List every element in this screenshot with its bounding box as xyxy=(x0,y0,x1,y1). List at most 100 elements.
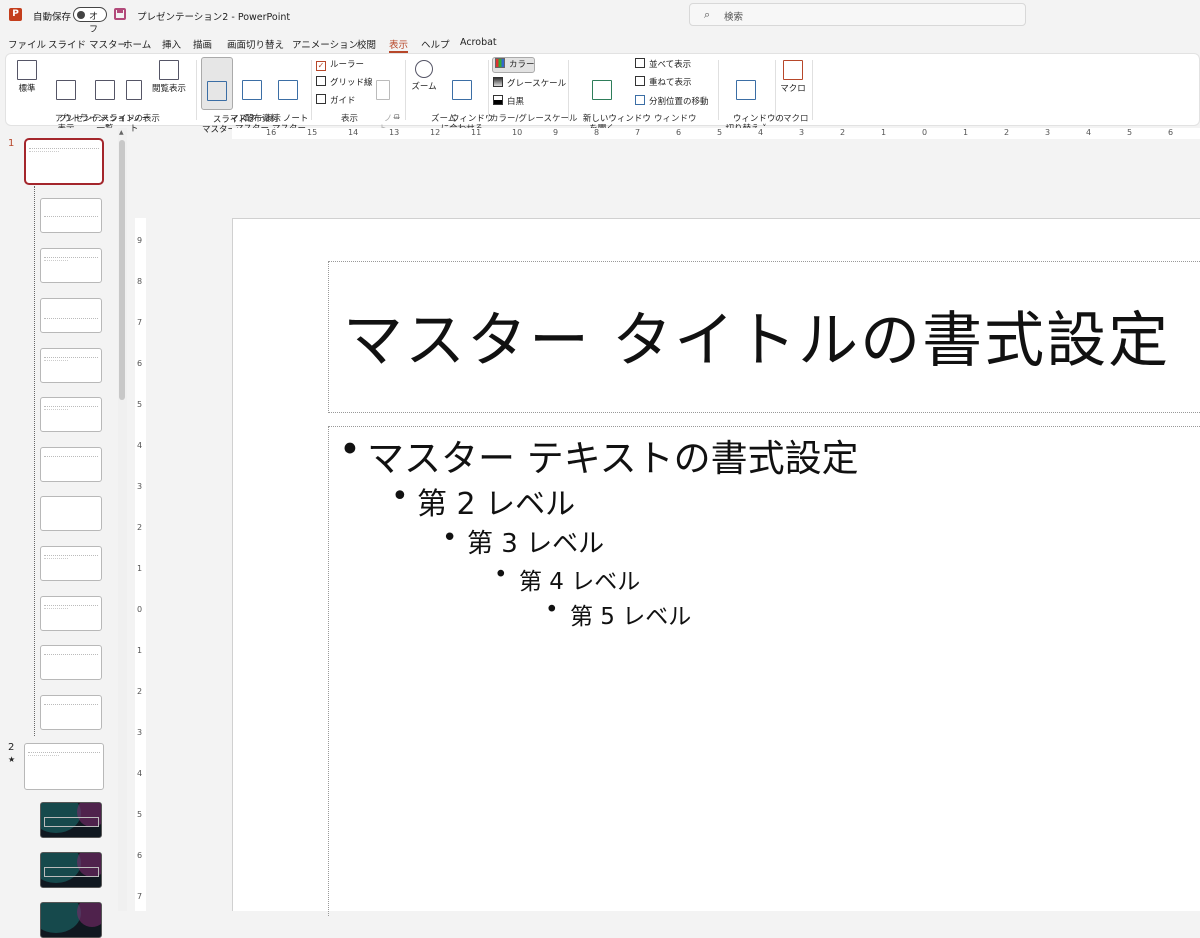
scroll-up-icon[interactable]: ▲ xyxy=(119,129,124,136)
thumb-title xyxy=(44,352,98,358)
zoom-group-label: ズーム xyxy=(431,114,457,124)
level-3-label: 第 3 レベル xyxy=(467,529,605,559)
color-group-label: カラー/グレースケール xyxy=(490,114,578,124)
level-2-text[interactable]: • 第 2 レベル xyxy=(391,479,575,523)
ribbon: 標準 アウトライン 表示 スライド 一覧 ノー ト 閲覧表示 プレゼンテーション… xyxy=(5,53,1200,135)
level-3-text[interactable]: • 第 3 レベル xyxy=(442,523,604,560)
thumb-title xyxy=(28,747,100,753)
slide-master-thumbnail[interactable] xyxy=(24,138,104,185)
slide-thumbnail-pane[interactable]: 1 2 ★ xyxy=(0,128,116,938)
vertical-ruler[interactable]: 9 8 7 6 5 4 3 2 1 0 1 2 3 4 5 6 7 xyxy=(135,218,146,911)
outline-view-icon xyxy=(56,80,76,100)
level-4-text[interactable]: • 第 4 レベル xyxy=(494,562,640,596)
layout-thumbnail[interactable] xyxy=(40,248,102,283)
autosave-toggle[interactable]: オフ xyxy=(73,7,107,35)
bullet-icon: • xyxy=(494,562,508,588)
thumb-title xyxy=(44,600,98,606)
layout-thumbnail[interactable] xyxy=(40,546,102,581)
slide-number: 1 xyxy=(8,138,15,149)
divider xyxy=(775,60,776,120)
cascade-button[interactable]: 重ねて表示 xyxy=(635,76,692,90)
tab-file[interactable]: ファイル xyxy=(8,37,46,51)
tab-help[interactable]: ヘルプ xyxy=(421,37,450,51)
tab-transitions[interactable]: 画面切り替え xyxy=(227,37,284,51)
zoom-button[interactable]: ズーム xyxy=(410,60,438,92)
slide-master-button[interactable]: スライド マスター xyxy=(201,57,247,135)
tab-slide-master[interactable]: スライド マスター xyxy=(48,37,127,51)
ruler-tick: 2 xyxy=(840,128,846,137)
level-5-label: 第 5 レベル xyxy=(570,604,692,630)
ruler-tick: 10 xyxy=(512,128,523,137)
grayscale-button[interactable]: グレースケール xyxy=(493,77,566,91)
save-icon[interactable] xyxy=(114,8,126,20)
thumb-body xyxy=(44,608,68,618)
tab-animations[interactable]: アニメーション xyxy=(292,37,358,51)
checkbox-icon xyxy=(316,94,326,104)
color-button[interactable]: カラー xyxy=(492,57,535,73)
level-4-label: 第 4 レベル xyxy=(519,569,641,595)
level-1-text[interactable]: • マスター テキストの書式設定 xyxy=(339,428,859,482)
handout-master-icon xyxy=(242,80,262,100)
tab-review[interactable]: 校閲 xyxy=(357,37,376,51)
layout-thumbnail[interactable] xyxy=(40,198,102,233)
tab-home[interactable]: ホーム xyxy=(123,37,151,51)
layout-thumbnail[interactable] xyxy=(40,496,102,531)
layout-thumbnail-dark[interactable] xyxy=(40,902,102,938)
title-text[interactable]: マスター タイトルの書式設定 xyxy=(343,292,1170,379)
ruler-tick: 5 xyxy=(137,400,143,409)
layout-thumbnail-dark[interactable] xyxy=(40,852,102,888)
thumb-title xyxy=(44,211,98,217)
macros-button[interactable]: マクロ xyxy=(779,60,807,94)
layout-thumbnail[interactable] xyxy=(40,298,102,333)
notes-master-icon xyxy=(278,80,298,100)
move-split-label: 分割位置の移動 xyxy=(649,97,709,107)
title-placeholder[interactable]: マスター タイトルの書式設定 xyxy=(328,261,1200,413)
thumb-title xyxy=(44,649,98,655)
search-placeholder: 検索 xyxy=(724,12,744,23)
guides-checkbox[interactable]: ガイド xyxy=(316,94,356,108)
ruler-tick: 9 xyxy=(137,236,143,245)
layout-thumbnail[interactable] xyxy=(40,397,102,432)
slide-canvas[interactable]: マスター タイトルの書式設定 • マスター テキストの書式設定 • 第 2 レベル … xyxy=(232,218,1200,916)
layout-thumbnail-dark[interactable] xyxy=(40,802,102,838)
layout-thumbnail[interactable] xyxy=(40,645,102,680)
gridlines-checkbox[interactable]: グリッド線 xyxy=(316,76,373,90)
ruler-tick: 6 xyxy=(137,851,143,860)
layout-thumbnail[interactable] xyxy=(40,447,102,482)
toggle-knob xyxy=(77,11,85,19)
horizontal-ruler[interactable]: 16 15 14 13 12 11 10 9 8 7 6 5 4 3 2 1 0 1 2 3 4 5 6 xyxy=(232,128,1200,139)
slide-sorter-icon xyxy=(95,80,115,100)
autosave-label: 自動保存 xyxy=(33,12,72,23)
tab-acrobat[interactable]: Acrobat xyxy=(460,37,497,48)
move-split-button[interactable]: 分割位置の移動 xyxy=(635,95,709,109)
layout-thumbnail[interactable] xyxy=(40,596,102,631)
layout-tree-line xyxy=(34,186,35,736)
ruler-checkbox[interactable]: ✓ ルーラー xyxy=(316,58,364,72)
layout-thumbnail[interactable] xyxy=(40,348,102,383)
ruler-tick: 3 xyxy=(799,128,805,137)
color-label: カラー xyxy=(509,60,535,70)
thumb-title xyxy=(29,143,99,149)
body-placeholder[interactable]: • マスター テキストの書式設定 • 第 2 レベル • 第 3 レベル • 第 4 レ… xyxy=(328,426,1200,916)
dialog-launcher-icon[interactable]: ⊡ xyxy=(394,113,400,121)
ruler-tick: 4 xyxy=(758,128,764,137)
bullet-icon: • xyxy=(339,428,361,471)
layout-thumbnail[interactable] xyxy=(40,695,102,730)
search-icon: ⌕ xyxy=(704,8,711,21)
reading-view-button[interactable]: 閲覧表示 xyxy=(149,60,189,94)
tab-draw[interactable]: 描画 xyxy=(193,37,212,51)
black-white-icon xyxy=(493,95,503,105)
search-input[interactable]: ⌕ 検索 xyxy=(689,3,1026,26)
black-white-button[interactable]: 白黒 xyxy=(493,95,524,109)
level-5-text[interactable]: • 第 5 レベル xyxy=(545,597,691,631)
slide-master-thumbnail[interactable] xyxy=(24,743,104,790)
ruler-tick: 1 xyxy=(963,128,969,137)
arrange-all-button[interactable]: 並べて表示 xyxy=(635,58,691,72)
thumbnail-scrollbar[interactable]: ▲ xyxy=(118,128,127,911)
normal-view-button[interactable]: 標準 xyxy=(12,60,42,94)
slide-master-icon xyxy=(207,81,227,101)
scrollbar-thumb[interactable] xyxy=(119,140,125,400)
ruler-label: ルーラー xyxy=(330,60,365,70)
tab-insert[interactable]: 挿入 xyxy=(162,37,181,51)
tab-view[interactable]: 表示 xyxy=(389,37,409,53)
